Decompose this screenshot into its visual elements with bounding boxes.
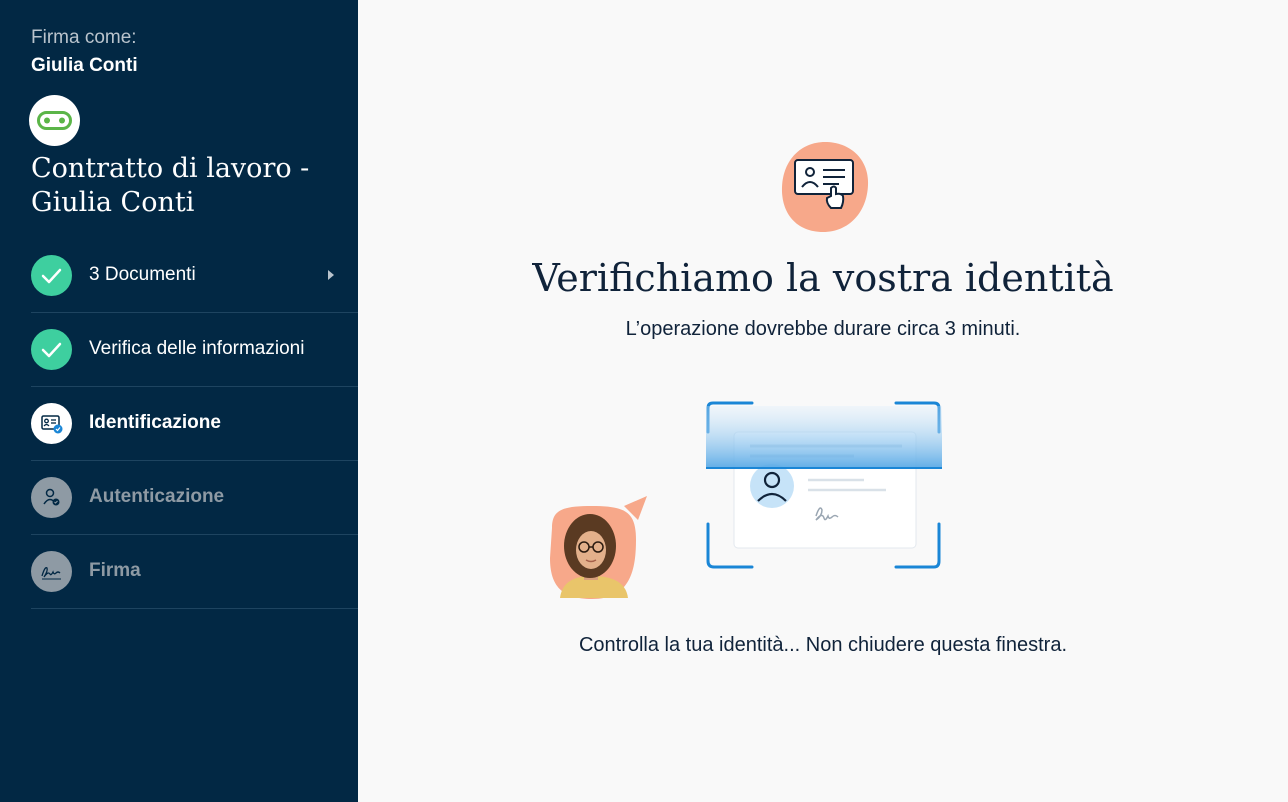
step-label: Verifica delle informazioni — [89, 338, 305, 359]
step-identification[interactable]: Identificazione — [31, 387, 358, 461]
id-scan-illustration — [704, 398, 944, 574]
document-title: Contratto di lavoro - Giulia Conti — [31, 153, 310, 218]
step-documents[interactable]: 3 Documenti — [31, 239, 358, 313]
step-authentication: Autenticazione — [31, 461, 358, 535]
signer-label: Firma come: — [31, 27, 137, 48]
page-subheading: L’operazione dovrebbe durare circa 3 min… — [625, 318, 1021, 340]
step-label: Autenticazione — [89, 486, 225, 507]
step-signature: Firma — [31, 535, 358, 609]
selfie-avatar — [546, 494, 650, 602]
check-icon — [31, 329, 72, 370]
page-heading: Verifichiamo la vostra identità — [532, 256, 1114, 300]
user-check-icon — [31, 477, 72, 518]
step-list: 3 Documenti Verifica delle informazioni … — [31, 239, 358, 609]
id-card-icon — [31, 403, 72, 444]
step-label: Identificazione — [89, 412, 221, 433]
step-verify-info[interactable]: Verifica delle informazioni — [31, 313, 358, 387]
check-icon — [31, 255, 72, 296]
sidebar: Firma come: Giulia Conti Contratto di la… — [0, 0, 358, 802]
id-card-hand-icon — [779, 140, 871, 234]
signer-name: Giulia Conti — [31, 55, 138, 76]
chevron-right-icon[interactable] — [328, 270, 334, 280]
signature-icon — [31, 551, 72, 592]
company-logo-icon — [29, 95, 80, 146]
step-label: Firma — [89, 560, 141, 581]
main-panel: Verifichiamo la vostra identità L’operaz… — [358, 0, 1288, 802]
status-message: Controlla la tua identità... Non chiuder… — [578, 634, 1068, 656]
step-label: 3 Documenti — [89, 264, 196, 285]
